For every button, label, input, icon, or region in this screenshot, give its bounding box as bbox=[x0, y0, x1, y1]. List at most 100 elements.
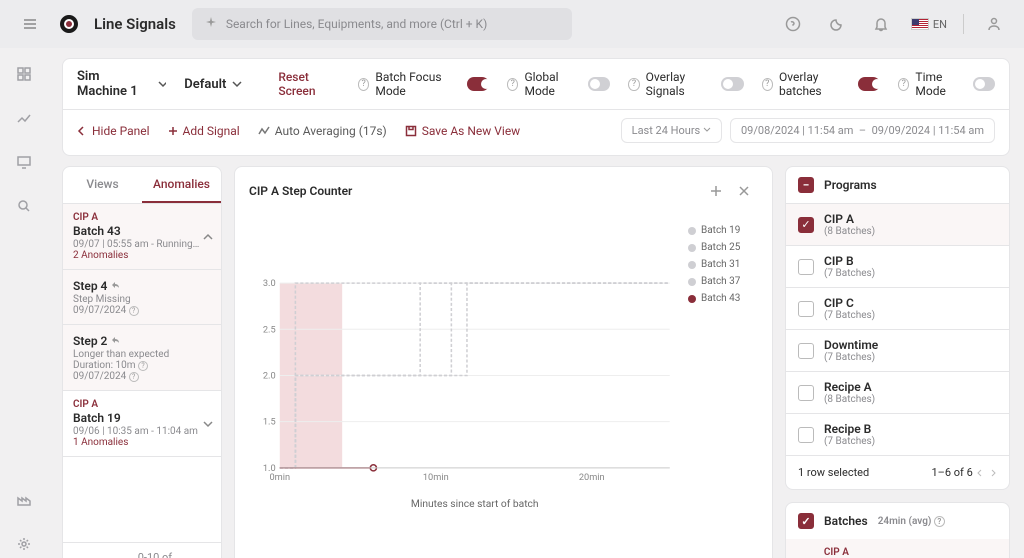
anomaly-item[interactable]: CIP ABatch 1909/06 | 10:35 am - 11:04 am… bbox=[63, 391, 221, 457]
search-input[interactable]: Search for Lines, Equipments, and more (… bbox=[192, 8, 572, 40]
range-dates[interactable]: 09/08/2024 | 11:54 am – 09/09/2024 | 11:… bbox=[730, 118, 995, 143]
prev-icon[interactable] bbox=[976, 469, 984, 477]
toggle-overlay-batches[interactable] bbox=[858, 77, 880, 91]
program-sub: (7 Batches) bbox=[824, 310, 875, 321]
auto-averaging[interactable]: Auto Averaging (17s) bbox=[258, 124, 387, 138]
rail-factory-icon[interactable] bbox=[10, 486, 38, 514]
reset-button[interactable]: Reset Screen bbox=[278, 70, 340, 98]
svg-text:2.0: 2.0 bbox=[263, 371, 276, 382]
anomaly-title: Step 2 bbox=[73, 334, 211, 348]
svg-text:1.5: 1.5 bbox=[263, 417, 276, 428]
svg-text:20min: 20min bbox=[579, 472, 605, 483]
checkbox-indeterminate[interactable]: − bbox=[798, 177, 814, 193]
add-signal-button[interactable]: Add Signal bbox=[168, 124, 240, 138]
user-icon[interactable] bbox=[980, 10, 1008, 38]
program-sub: (7 Batches) bbox=[824, 268, 875, 279]
legend-item[interactable]: Batch 25 bbox=[688, 242, 758, 253]
chevron-up-icon[interactable] bbox=[203, 232, 213, 242]
rail-search-icon[interactable] bbox=[10, 192, 38, 220]
checkbox[interactable] bbox=[798, 385, 814, 401]
batch-row[interactable]: ✓CIP ABatch 43 4min09/07 | 05:55 am - Ru… bbox=[786, 539, 1009, 558]
help-icon[interactable] bbox=[779, 10, 807, 38]
program-name: Recipe A bbox=[824, 380, 875, 394]
rail-dashboard-icon[interactable] bbox=[10, 60, 38, 88]
anomaly-item[interactable]: Step 4 Step Missing09/07/2024 ? bbox=[63, 270, 221, 325]
anomaly-tag: CIP A bbox=[73, 399, 211, 410]
programs-title: Programs bbox=[824, 178, 877, 192]
anomaly-meta: 09/06 | 10:35 am - 11:04 am bbox=[73, 426, 211, 437]
program-row[interactable]: CIP C(7 Batches) bbox=[786, 288, 1009, 330]
program-row[interactable]: CIP B(7 Batches) bbox=[786, 246, 1009, 288]
program-row[interactable]: Downtime(7 Batches) bbox=[786, 330, 1009, 372]
add-icon[interactable] bbox=[702, 177, 730, 205]
rail-monitor-icon[interactable] bbox=[10, 148, 38, 176]
anomaly-warn: 1 Anomalies bbox=[73, 437, 211, 448]
program-name: CIP B bbox=[824, 254, 875, 268]
svg-text:10min: 10min bbox=[423, 472, 449, 483]
chevron-down-icon bbox=[158, 79, 167, 89]
anomaly-warn: 2 Anomalies bbox=[73, 250, 211, 261]
legend-item[interactable]: Batch 19 bbox=[688, 225, 758, 236]
share-icon[interactable] bbox=[110, 280, 120, 290]
help-icon[interactable]: ? bbox=[898, 78, 909, 91]
toggle-time[interactable] bbox=[973, 77, 995, 91]
anomaly-item[interactable]: Step 2 Longer than expectedDuration: 10m… bbox=[63, 325, 221, 391]
programs-panel: − Programs ✓CIP A(8 Batches)CIP B(7 Batc… bbox=[785, 166, 1010, 490]
svg-text:0min: 0min bbox=[269, 472, 290, 483]
menu-icon[interactable] bbox=[16, 10, 44, 38]
page-range: 0-10 of 0 bbox=[138, 551, 180, 558]
anomaly-title: Batch 43 bbox=[73, 224, 211, 238]
layout-selector[interactable]: Default bbox=[184, 77, 242, 92]
range-preset[interactable]: Last 24 Hours bbox=[621, 118, 722, 143]
legend-item[interactable]: Batch 37 bbox=[688, 276, 758, 287]
checkbox[interactable] bbox=[798, 427, 814, 443]
toggle-batch-focus[interactable] bbox=[467, 77, 489, 91]
help-icon[interactable]: ? bbox=[934, 516, 945, 527]
anomaly-meta: 09/07 | 05:55 am - Running… bbox=[73, 239, 211, 250]
mode-batch-focus-label: Batch Focus Mode bbox=[375, 70, 460, 98]
theme-icon[interactable] bbox=[823, 10, 851, 38]
anomaly-tag: CIP A bbox=[73, 212, 211, 223]
toggle-global[interactable] bbox=[588, 77, 610, 91]
checkbox[interactable] bbox=[798, 301, 814, 317]
program-sub: (8 Batches) bbox=[824, 394, 875, 405]
language-selector[interactable]: EN bbox=[911, 18, 947, 31]
hide-panel-button[interactable]: Hide Panel bbox=[77, 124, 150, 138]
checkbox[interactable] bbox=[798, 259, 814, 275]
help-icon[interactable]: ? bbox=[358, 78, 369, 91]
program-sub: (7 Batches) bbox=[824, 352, 878, 363]
toggle-overlay-signals[interactable] bbox=[721, 77, 743, 91]
help-icon[interactable]: ? bbox=[507, 78, 518, 91]
anomaly-item[interactable]: CIP ABatch 4309/07 | 05:55 am - Running…… bbox=[63, 204, 221, 270]
program-sub: (7 Batches) bbox=[824, 436, 875, 447]
close-icon[interactable] bbox=[730, 177, 758, 205]
legend-item[interactable]: Batch 43 bbox=[688, 293, 758, 304]
svg-text:2.5: 2.5 bbox=[263, 324, 276, 335]
save-view-button[interactable]: Save As New View bbox=[405, 124, 521, 138]
program-row[interactable]: ✓CIP A(8 Batches) bbox=[786, 204, 1009, 246]
checkbox[interactable] bbox=[798, 343, 814, 359]
selection-count: 1 row selected bbox=[798, 466, 869, 479]
help-icon[interactable]: ? bbox=[628, 78, 639, 91]
bell-icon[interactable] bbox=[867, 10, 895, 38]
tab-anomalies[interactable]: Anomalies bbox=[142, 167, 221, 203]
chevron-down-icon[interactable] bbox=[203, 419, 213, 429]
chevron-down-icon bbox=[232, 79, 242, 89]
legend-item[interactable]: Batch 31 bbox=[688, 259, 758, 270]
program-row[interactable]: Recipe A(8 Batches) bbox=[786, 372, 1009, 414]
tab-views[interactable]: Views bbox=[63, 167, 142, 203]
rail-settings-icon[interactable] bbox=[10, 530, 38, 558]
program-name: CIP A bbox=[824, 212, 875, 226]
checkbox[interactable]: ✓ bbox=[798, 217, 814, 233]
next-icon[interactable] bbox=[989, 469, 997, 477]
anomaly-meta: Step Missing bbox=[73, 294, 211, 305]
program-row[interactable]: Recipe B(7 Batches) bbox=[786, 414, 1009, 455]
checkbox[interactable]: ✓ bbox=[798, 513, 814, 529]
machine-selector[interactable]: Sim Machine 1 bbox=[77, 69, 166, 99]
chart-plot[interactable]: 1.01.52.02.53.00min10min20minMinutes sin… bbox=[249, 225, 680, 558]
share-icon[interactable] bbox=[110, 335, 120, 345]
rail-trends-icon[interactable] bbox=[10, 104, 38, 132]
chart-card: CIP A Step Counter 1.01.52.02.53.00min10… bbox=[234, 166, 773, 558]
help-icon[interactable]: ? bbox=[762, 78, 773, 91]
batches-panel: ✓ Batches 24min (avg) ? ✓CIP ABatch 43 4… bbox=[785, 502, 1010, 558]
